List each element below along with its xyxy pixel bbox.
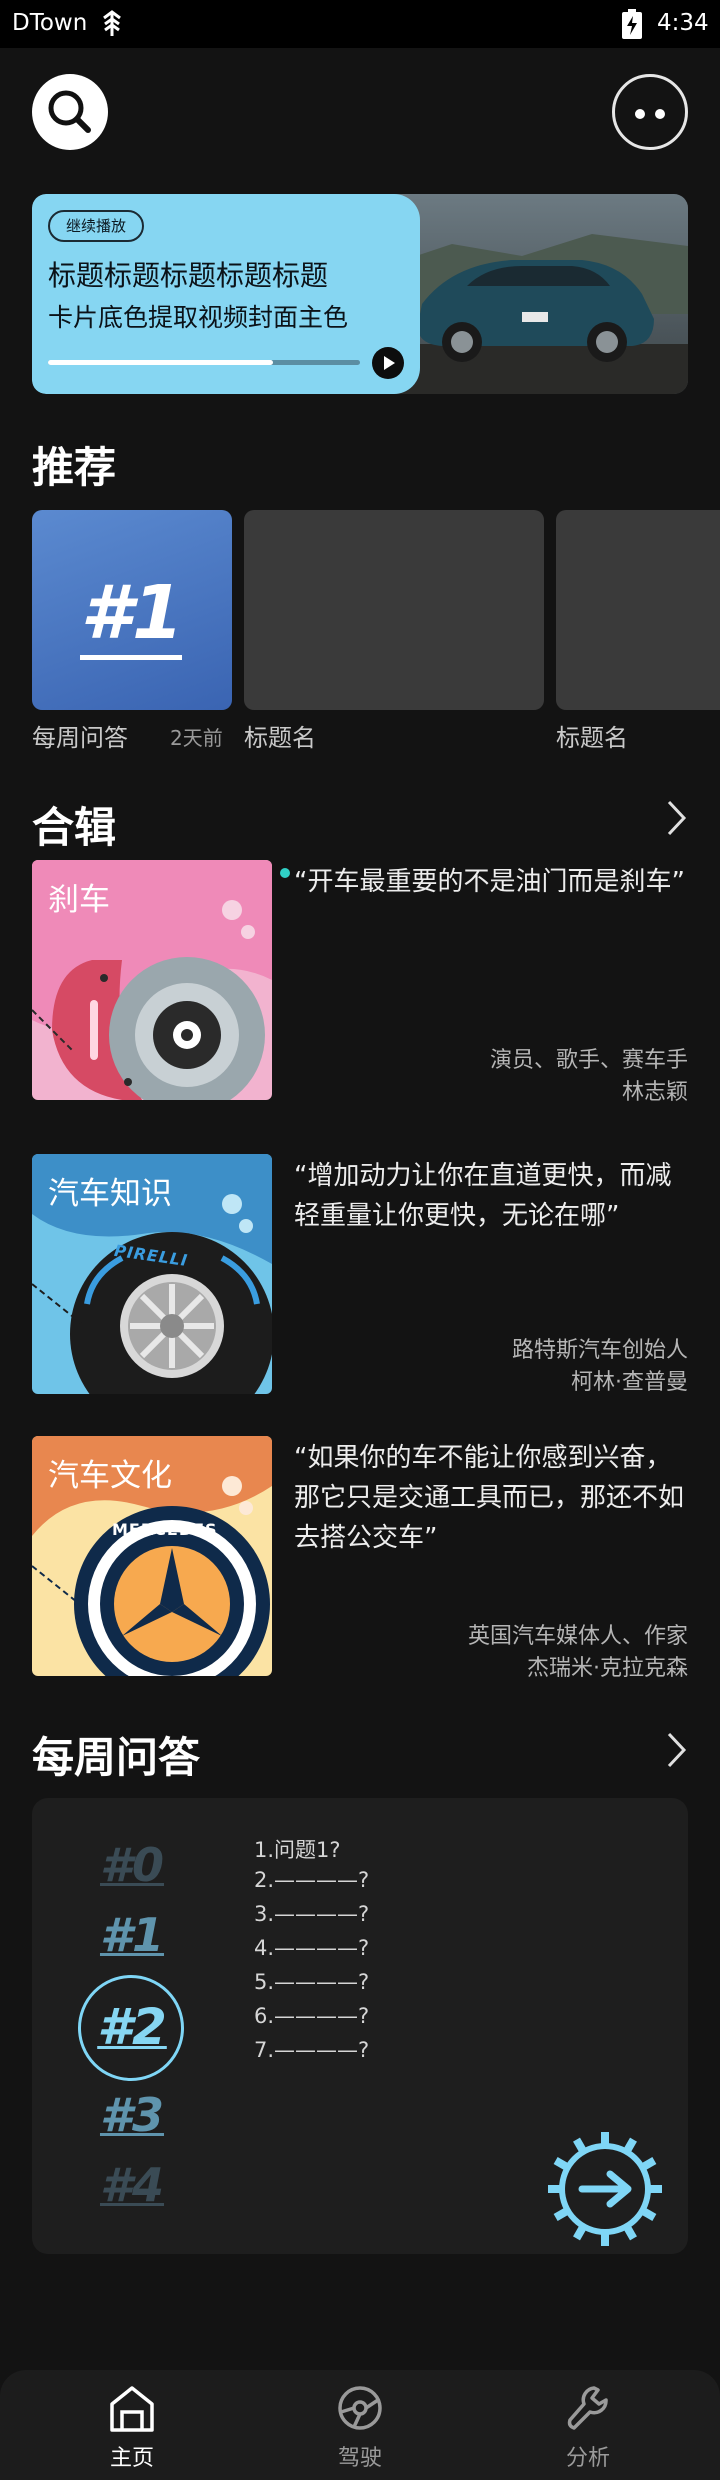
week-number-1[interactable]: #1	[32, 1908, 232, 1962]
battery-charging-icon	[622, 9, 642, 39]
question-line: 7.————?	[254, 2038, 370, 2062]
weekly-qa-more-chevron-icon[interactable]	[664, 1730, 688, 1770]
go-arrow-gear-icon[interactable]	[548, 2132, 662, 2246]
continue-info-panel: 继续播放 标题标题标题标题标题 卡片底色提取视频封面主色	[32, 194, 420, 394]
collection-tag-brake: 刹车	[48, 882, 110, 918]
rec-label-1: 每周问答	[32, 724, 128, 752]
status-bar: DTown 4:34	[0, 0, 720, 48]
collection-item-brake[interactable]: 刹车 “开车最重要的不是油门而是刹车” 演员、歌手、赛车手 林志颖	[32, 860, 688, 1105]
continue-subtitle: 卡片底色提取视频封面主色	[48, 303, 349, 332]
play-button[interactable]	[372, 347, 404, 379]
week-number-3[interactable]: #3	[32, 2088, 232, 2142]
progress-fill	[48, 360, 273, 365]
week-number-4[interactable]: #4	[32, 2158, 232, 2212]
rec-time-1: 2天前	[170, 726, 223, 750]
bottom-nav: 主页 驾驶 分析	[0, 2370, 720, 2480]
collection-thumb-brake: 刹车	[32, 860, 272, 1100]
more-dots-icon	[635, 109, 645, 119]
collection-quote: “增加动力让你在直道更快，而减轻重量让你更快，无论在哪”	[294, 1161, 672, 1231]
quote-author-role: 路特斯汽车创始人	[511, 1338, 688, 1363]
search-icon	[48, 90, 91, 133]
nav-label-drive: 驾驶	[337, 2446, 382, 2471]
rec-badge-number: #1	[80, 570, 184, 656]
question-line: 4.————?	[254, 1936, 370, 1960]
wrench-icon	[567, 2386, 608, 2430]
nav-tab-drive[interactable]: 驾驶	[300, 2382, 420, 2472]
home-icon	[110, 2386, 154, 2432]
question-line: 2.————?	[254, 1868, 370, 1892]
steering-wheel-icon	[338, 2386, 382, 2430]
continue-title: 标题标题标题标题标题	[48, 259, 329, 292]
question-line: 6.————?	[254, 2004, 370, 2028]
quote-author-role: 演员、歌手、赛车手	[489, 1048, 688, 1073]
week-number-0[interactable]: #0	[32, 1838, 232, 1892]
nav-tab-home[interactable]: 主页	[72, 2382, 192, 2472]
collection-tag-car-culture: 汽车文化	[48, 1458, 172, 1494]
clock: 4:34	[657, 10, 709, 36]
collection-quote: “开车最重要的不是油门而是刹车”	[294, 867, 685, 897]
question-line: 5.————?	[254, 1970, 370, 1994]
rec-card-weekly-qa[interactable]: #1	[32, 510, 232, 710]
nav-label-analysis: 分析	[565, 2446, 610, 2471]
rec-label-3: 标题名	[556, 724, 628, 752]
question-line: 1.问题1?	[254, 1838, 341, 1862]
network-icon	[103, 10, 121, 36]
collection-thumb-car-culture: 汽车文化 MERCEDES	[32, 1436, 272, 1676]
rec-card-2[interactable]	[244, 510, 544, 710]
quote-author-name: 柯林·查普曼	[571, 1370, 688, 1395]
week-number-2-selected[interactable]: #2	[32, 1998, 232, 2056]
nav-tab-analysis[interactable]: 分析	[528, 2382, 648, 2472]
collection-more-chevron-icon[interactable]	[664, 798, 688, 838]
quote-author-name: 杰瑞米·克拉克森	[527, 1656, 688, 1681]
weekly-qa-title: 每周问答	[32, 1733, 201, 1782]
video-cover-image	[392, 194, 688, 394]
progress-bar[interactable]	[48, 360, 360, 365]
search-button[interactable]	[32, 74, 108, 150]
continue-badge: 继续播放	[48, 210, 145, 242]
collection-thumb-car-knowledge: 汽车知识 PIRELLI	[32, 1154, 272, 1394]
more-button[interactable]	[612, 74, 688, 150]
collection-item-car-culture[interactable]: 汽车文化 MERCEDES “如果你的车不能让你感到兴奋，那它只是交通工具而已，…	[32, 1436, 688, 1681]
mercedes-logo-text: MERCEDES	[112, 1520, 218, 1539]
rec-label-2: 标题名	[244, 724, 316, 752]
collection-tag-car-knowledge: 汽车知识	[48, 1176, 172, 1212]
continue-playing-card[interactable]: 继续播放 标题标题标题标题标题 卡片底色提取视频封面主色	[32, 194, 688, 394]
play-icon	[384, 356, 395, 370]
question-line: 3.————?	[254, 1902, 370, 1926]
weekly-qa-card: #0 #1 #2 #3 #4 1.问题1? 2.————? 3.————? 4.…	[32, 1798, 688, 2254]
carrier-name: DTown	[12, 10, 88, 36]
collection-title: 合辑	[32, 803, 117, 852]
collection-quote: “如果你的车不能让你感到兴奋，那它只是交通工具而已，那还不如去搭公交车”	[294, 1443, 685, 1553]
rec-badge-underline	[80, 655, 182, 660]
rec-card-3[interactable]	[556, 510, 720, 710]
quote-author-role: 英国汽车媒体人、作家	[467, 1624, 688, 1649]
unread-dot	[280, 868, 290, 878]
collection-item-car-knowledge[interactable]: 汽车知识 PIRELLI “增加动力让你在直道更快，而减轻重量让你更快，无论在哪…	[32, 1154, 688, 1395]
quote-author-name: 林志颖	[621, 1080, 688, 1105]
recommend-title: 推荐	[32, 443, 117, 492]
more-dot	[655, 109, 665, 119]
nav-label-home: 主页	[109, 2446, 154, 2471]
